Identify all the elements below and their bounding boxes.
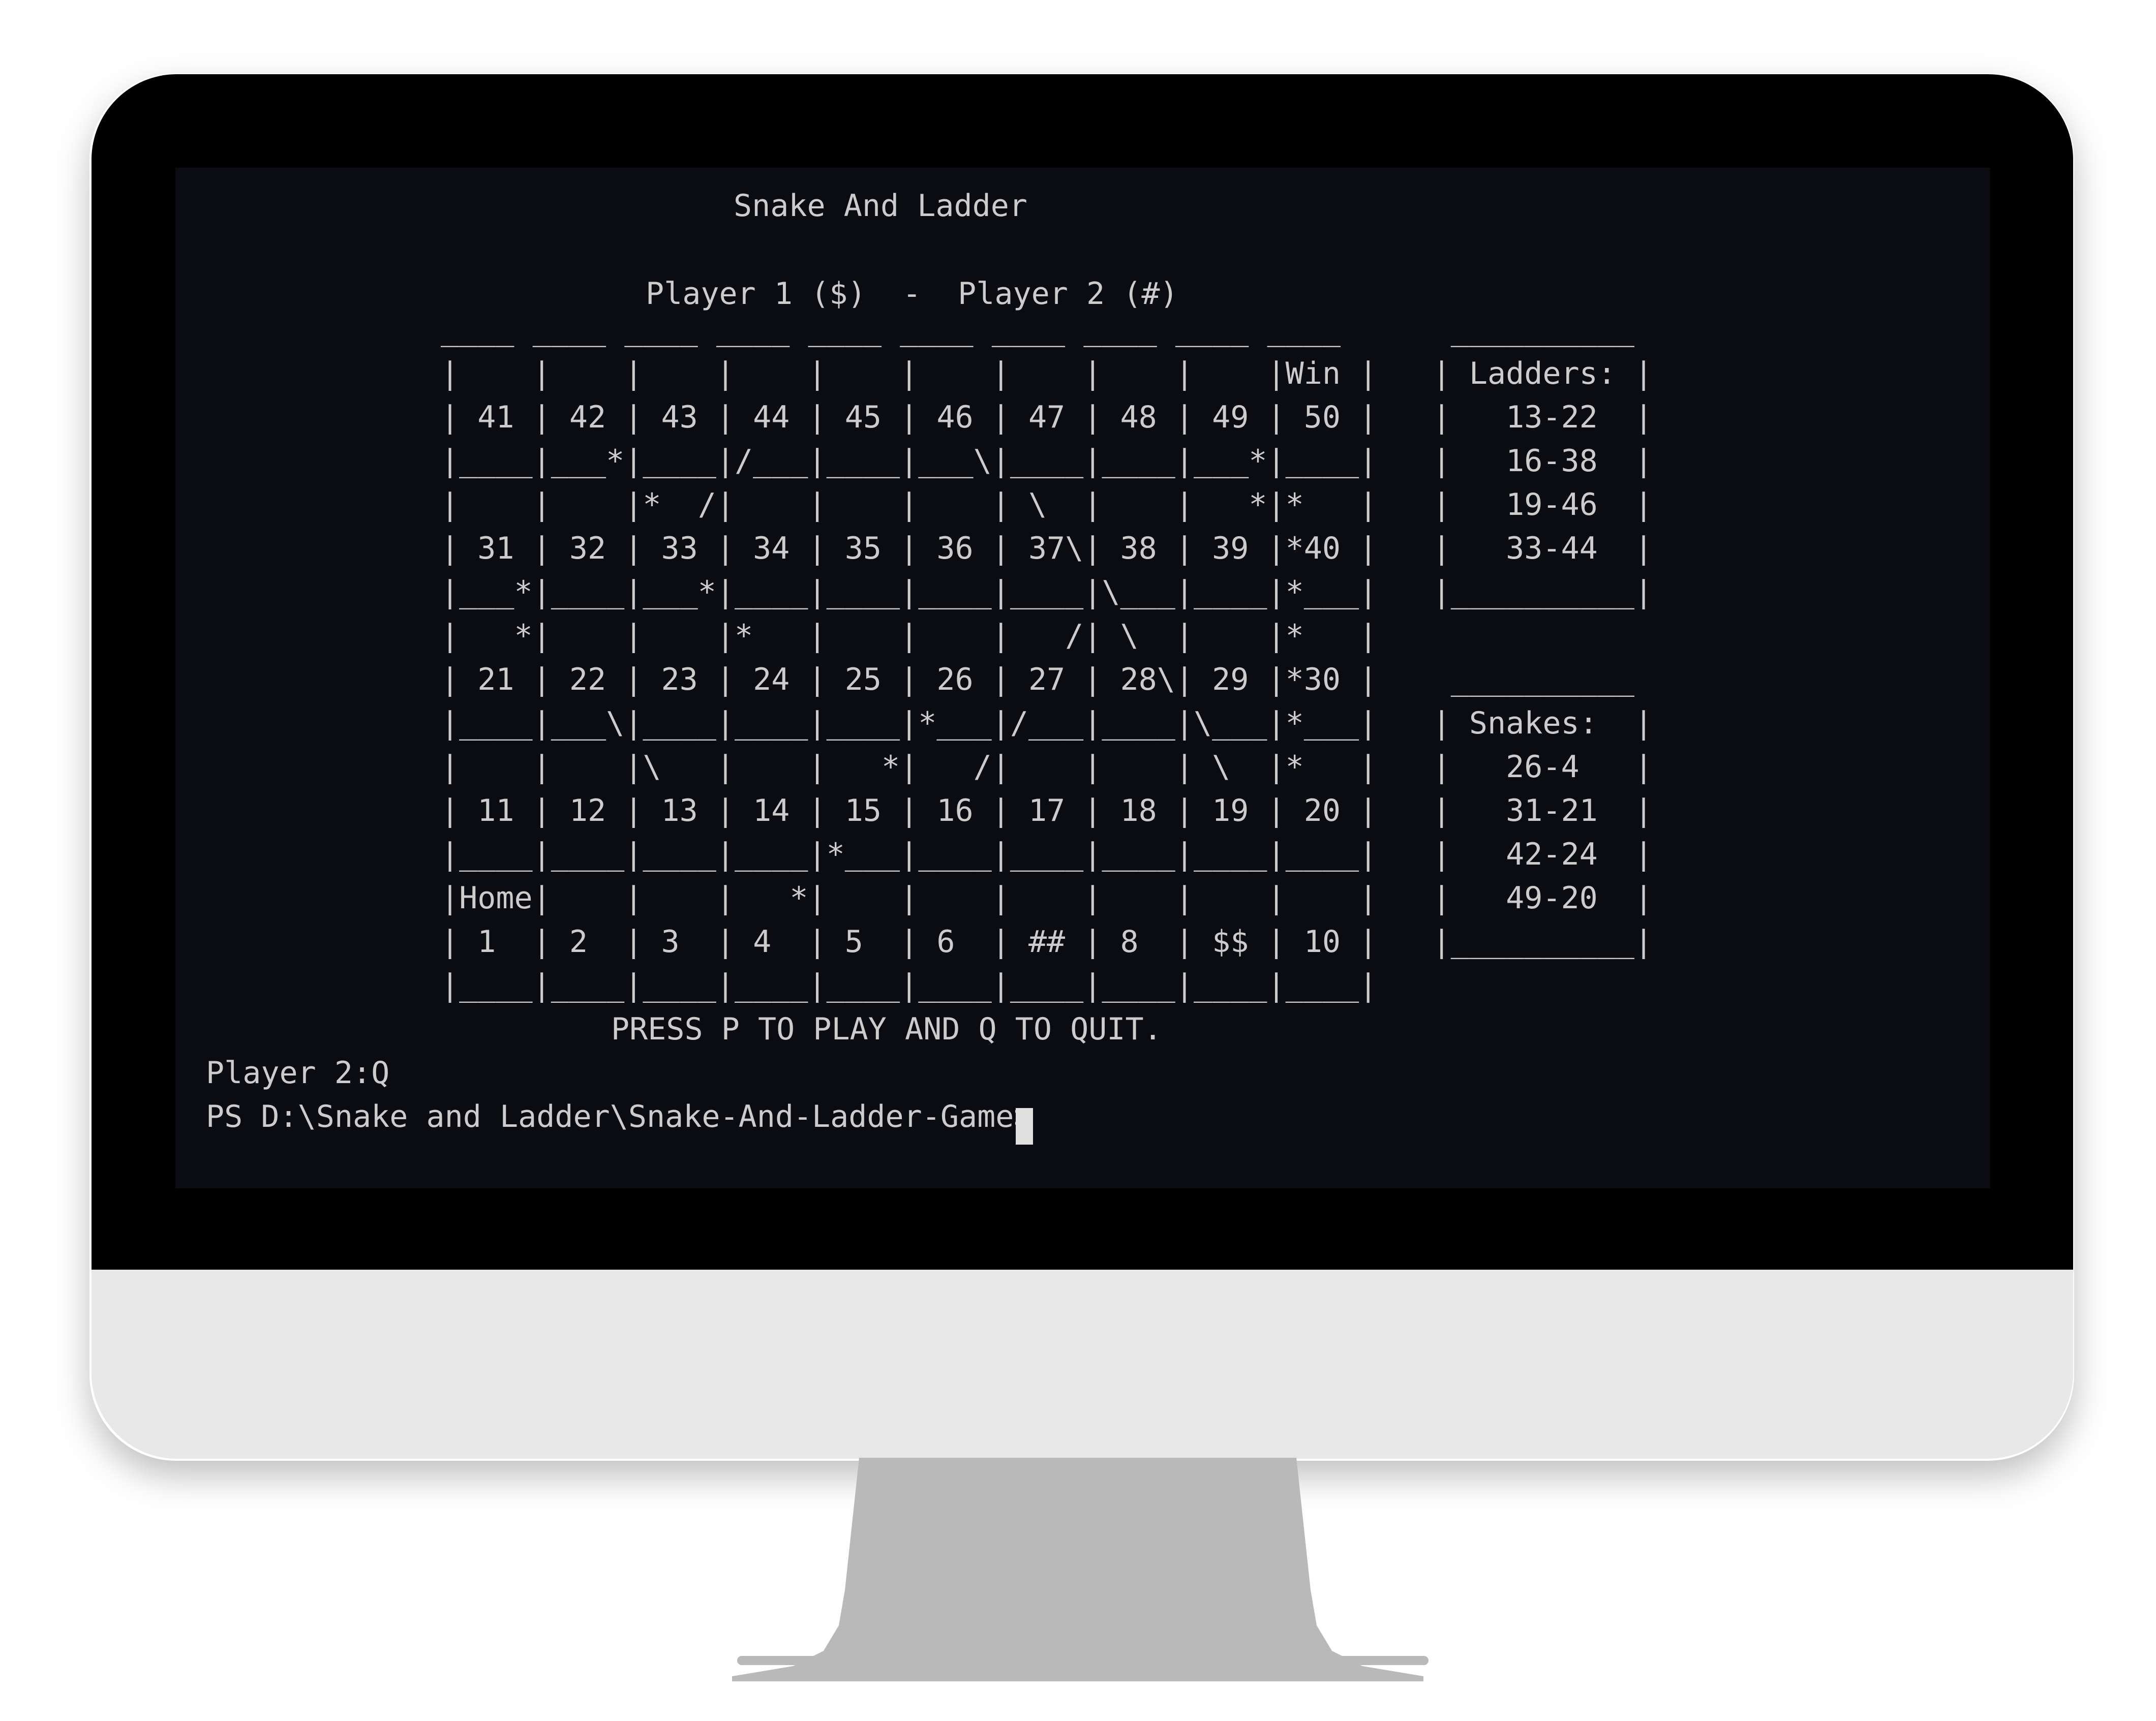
board-row: |___*|____|___*|____|____|____|____|\___… <box>441 574 1653 610</box>
player-input-line: Player 2:Q <box>206 1055 390 1091</box>
board-row: | 21 | 22 | 23 | 24 | 25 | 26 | 27 | 28\… <box>441 662 1634 697</box>
monitor-stand <box>732 1458 1423 1681</box>
board-row: |Home| | | *| | | | | | | | 49-20 | <box>441 880 1653 916</box>
monitor-chin <box>92 1270 2073 1459</box>
board-row: |____|____|____|____|*___|____|____|____… <box>441 837 1653 872</box>
board-row: |____|___\|____|____|____|*___|/___|____… <box>441 705 1653 741</box>
board-row: | 31 | 32 | 33 | 34 | 35 | 36 | 37\| 38 … <box>441 531 1653 566</box>
game-title: Snake And Ladder <box>734 188 1027 224</box>
board-row: | 1 | 2 | 3 | 4 | 5 | 6 | ## | 8 | $$ | … <box>441 924 1653 960</box>
shell-prompt[interactable]: PS D:\Snake and Ladder\Snake-And-Ladder-… <box>206 1095 1033 1139</box>
board-row: |____|___*|____|/___|____|___\|____|____… <box>441 443 1653 479</box>
terminal-window[interactable]: Snake And Ladder Player 1 ($) - Player 2… <box>175 168 1990 1188</box>
terminal-cursor <box>1016 1108 1033 1145</box>
board-row: |____|____|____|____|____|____|____|____… <box>441 968 1378 1003</box>
board-row: | 11 | 12 | 13 | 14 | 15 | 16 | 17 | 18 … <box>441 793 1653 828</box>
play-instructions: PRESS P TO PLAY AND Q TO QUIT. <box>611 1011 1162 1047</box>
monitor-stand-base <box>737 1656 1429 1665</box>
board-row: | | | | | | | | | |Win | | Ladders: | <box>441 356 1653 391</box>
board-row: | 41 | 42 | 43 | 44 | 45 | 46 | 47 | 48 … <box>441 399 1653 435</box>
board-row: | | |\ | | *| /| | | \ |* | | 26-4 | <box>441 749 1653 785</box>
board-row: | *| | |* | | | /| \ | |* | <box>441 618 1378 654</box>
board-row: ____ ____ ____ ____ ____ ____ ____ ____ … <box>441 312 1634 348</box>
board-row: | | |* /| | | | \ | | *|* | | 19-46 | <box>441 487 1653 523</box>
